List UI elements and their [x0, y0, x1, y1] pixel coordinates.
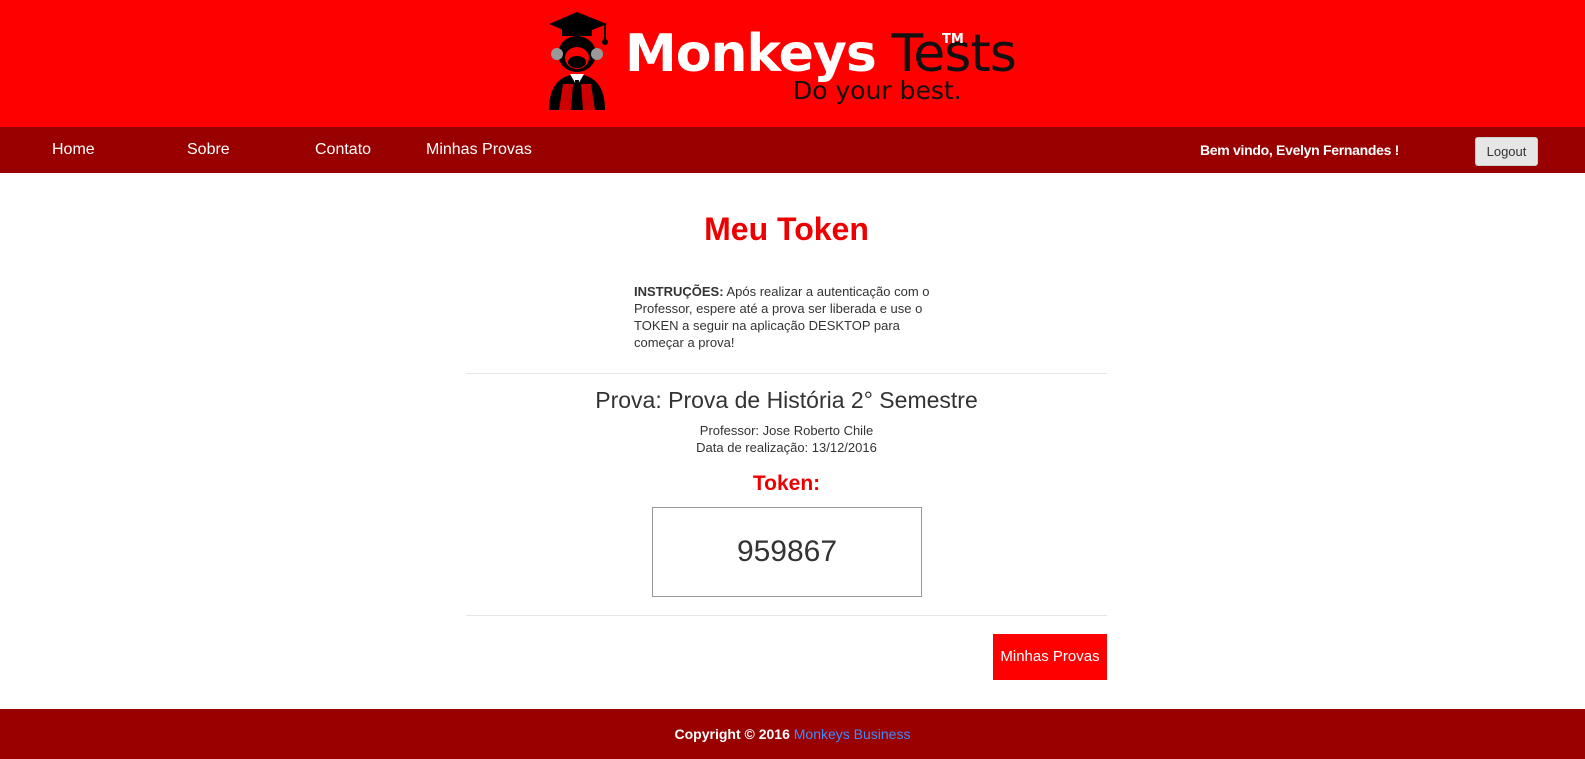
page-title: Meu Token	[704, 211, 869, 247]
site-header: Monkeys Tests TM Do your best.	[0, 0, 1585, 127]
footer-copyright: Copyright © 2016	[674, 726, 790, 742]
nav-home[interactable]: Home	[52, 127, 95, 173]
brand-name-primary: Monkeys	[625, 24, 877, 84]
minhas-provas-button[interactable]: Minhas Provas	[993, 634, 1107, 680]
graduate-monkey-icon	[549, 12, 608, 110]
divider-bottom	[466, 615, 1107, 616]
token-label: Token:	[752, 472, 821, 495]
instructions-label: INSTRUÇÕES:	[634, 284, 724, 299]
token-value: 959867	[652, 507, 922, 597]
trademark-mark: TM	[942, 32, 964, 47]
divider-top	[466, 373, 1107, 374]
brand-tagline: Do your best.	[793, 76, 962, 105]
welcome-message: Bem vindo, Evelyn Fernandes !	[1200, 142, 1400, 158]
exam-date: Data de realização: 13/12/2016	[696, 440, 877, 455]
instructions-text: INSTRUÇÕES: Após realizar a autenticação…	[634, 283, 934, 351]
brand-logo[interactable]: Monkeys Tests TM Do your best.	[545, 10, 1017, 114]
nav-sobre[interactable]: Sobre	[187, 127, 230, 173]
main-navbar: Home Sobre Contato Minhas Provas Bem vin…	[0, 127, 1585, 173]
logout-button[interactable]: Logout	[1475, 137, 1538, 166]
exam-professor: Professor: Jose Roberto Chile	[699, 423, 874, 438]
exam-title: Prova: Prova de História 2° Semestre	[595, 387, 978, 413]
site-footer: Copyright © 2016 Monkeys Business	[0, 709, 1585, 759]
nav-contato[interactable]: Contato	[315, 127, 371, 173]
nav-minhas-provas[interactable]: Minhas Provas	[426, 127, 532, 173]
footer-link[interactable]: Monkeys Business	[794, 726, 911, 742]
